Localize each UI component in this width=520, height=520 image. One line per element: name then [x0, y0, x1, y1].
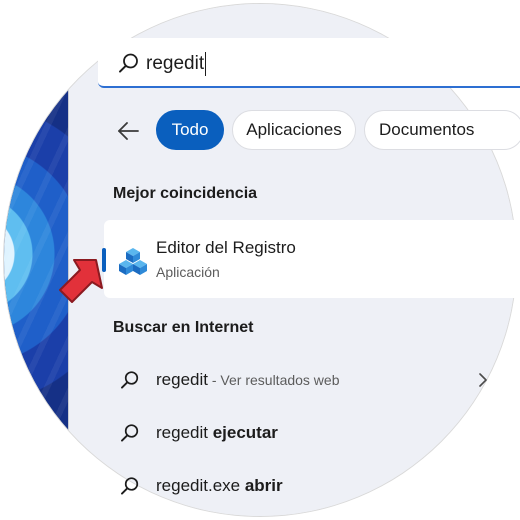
app-type: Aplicación — [156, 264, 220, 280]
filter-tab-docs[interactable]: Documentos — [364, 110, 520, 150]
text-caret — [205, 52, 206, 76]
app-name: Editor del Registro — [156, 238, 296, 257]
best-match-result[interactable] — [104, 220, 520, 298]
screenshot-stage: Todo Aplicaciones Documentos Mejor coinc… — [0, 0, 520, 520]
search-icon — [119, 53, 138, 73]
search-icon — [121, 477, 139, 495]
back-arrow-icon[interactable] — [116, 120, 140, 142]
filter-tab-apps[interactable]: Aplicaciones — [232, 110, 356, 150]
web-result-term: regedit — [156, 370, 208, 389]
web-result-text: regedit - Ver resultados web — [156, 370, 340, 390]
internet-heading: Buscar en Internet — [113, 319, 254, 336]
web-result-bold: abrir — [244, 476, 283, 495]
web-result-term: regedit — [156, 423, 213, 442]
web-result-text: regedit.exe abrir — [156, 476, 283, 496]
web-result-suffix: - Ver resultados web — [207, 372, 340, 388]
search-icon — [121, 371, 139, 389]
registry-editor-icon — [119, 248, 147, 275]
chevron-right-icon — [479, 373, 487, 387]
best-match-heading: Mejor coincidencia — [113, 185, 258, 202]
filter-tab-all[interactable]: Todo — [156, 110, 224, 150]
search-input[interactable] — [146, 50, 446, 78]
red-pointer-arrow-icon — [59, 259, 103, 303]
web-result-term: regedit.exe — [156, 476, 245, 495]
web-result-text: regedit ejecutar — [156, 423, 278, 443]
search-icon — [121, 424, 139, 442]
web-result-bold: ejecutar — [212, 423, 278, 442]
